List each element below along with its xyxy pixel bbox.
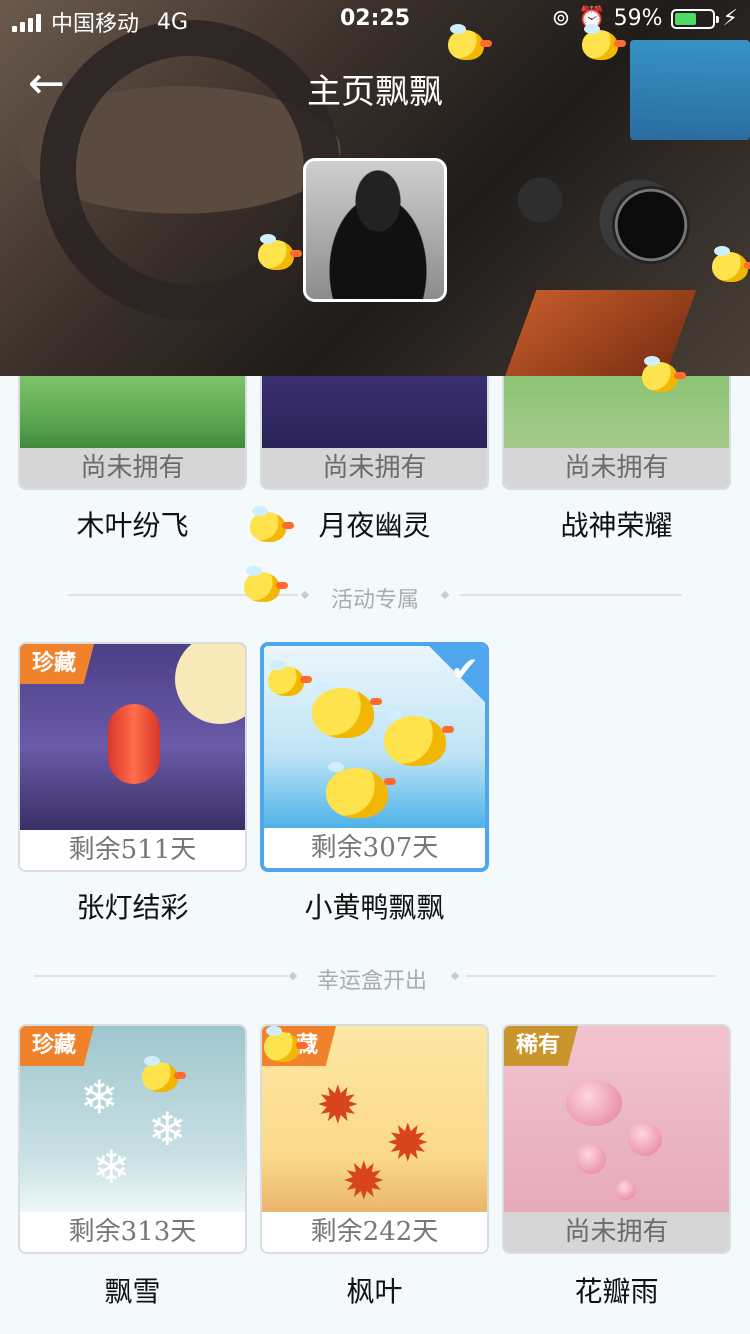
card-art xyxy=(20,376,245,448)
skin-card-maple[interactable]: ✹ ✹ ✹ 珍藏 剩余242天 xyxy=(260,1024,489,1254)
card-name: 小黄鸭飘飘 xyxy=(304,891,445,924)
skin-card-leaf[interactable]: 尚未拥有 xyxy=(18,376,247,490)
card-status: 剩余307天 xyxy=(264,828,485,868)
petal-graphic xyxy=(566,1080,622,1126)
floating-duck-icon xyxy=(264,1026,308,1062)
rotation-lock-icon: ⊚ xyxy=(551,6,571,31)
snowflake-icon: ❄ xyxy=(92,1140,131,1194)
card-name: 张灯结彩 xyxy=(76,891,189,924)
duck-icon xyxy=(384,710,454,766)
maple-leaf-icon: ✹ xyxy=(386,1114,430,1174)
floating-duck-icon xyxy=(582,24,626,60)
card-status: 尚未拥有 xyxy=(20,448,245,488)
duck-icon xyxy=(326,762,396,818)
card-art xyxy=(262,376,487,448)
clock-dial-graphic xyxy=(612,186,690,264)
charging-icon: ⚡ xyxy=(722,6,738,31)
section-divider-right xyxy=(460,594,682,596)
header-banner: 中国移动 4G 02:25 ⊚ ⏰ 59% ⚡ ← 主页飘飘 xyxy=(0,0,750,376)
card-status: 尚未拥有 xyxy=(504,448,729,488)
snowflake-icon: ❄ xyxy=(80,1070,119,1124)
battery-percent: 59% xyxy=(613,6,663,31)
card-status: 剩余313天 xyxy=(20,1212,245,1252)
duck-icon xyxy=(268,660,312,696)
page-title: 主页飘飘 xyxy=(307,72,443,112)
card-name: 花瓣雨 xyxy=(574,1275,659,1308)
petal-graphic xyxy=(576,1144,606,1174)
floating-duck-icon xyxy=(642,356,686,392)
petal-graphic xyxy=(628,1122,662,1156)
floating-duck-icon xyxy=(142,1056,186,1092)
card-name: 战神荣耀 xyxy=(560,509,673,542)
floating-duck-icon xyxy=(448,24,492,60)
snowflake-icon: ❄ xyxy=(148,1102,187,1156)
card-name: 木叶纷飞 xyxy=(76,509,189,542)
skin-card-glory[interactable]: 尚未拥有 xyxy=(502,376,731,490)
rarity-badge: 珍藏 xyxy=(20,644,95,684)
card-status: 尚未拥有 xyxy=(262,448,487,488)
maple-leaf-icon: ✹ xyxy=(342,1152,386,1212)
duck-icon xyxy=(312,682,382,738)
lantern-graphic xyxy=(108,704,160,784)
skin-card-lantern[interactable]: 珍藏 剩余511天 xyxy=(18,642,247,872)
skin-card-duck[interactable]: ✔ 剩余307天 xyxy=(260,642,489,872)
maple-leaf-icon: ✹ xyxy=(316,1076,360,1136)
floating-duck-icon xyxy=(250,506,294,542)
floating-duck-icon xyxy=(258,234,302,270)
section-divider-right xyxy=(466,975,716,977)
card-name: 月夜幽灵 xyxy=(318,509,431,542)
section-divider-left xyxy=(34,975,288,977)
rarity-badge: 稀有 xyxy=(504,1026,579,1066)
card-art xyxy=(504,376,729,448)
card-status: 尚未拥有 xyxy=(504,1212,729,1252)
card-name: 枫叶 xyxy=(346,1275,403,1308)
avatar[interactable] xyxy=(303,158,447,302)
check-icon: ✔ xyxy=(450,650,480,690)
skin-card-snow[interactable]: ❄ ❄ ❄ 珍藏 剩余313天 xyxy=(18,1024,247,1254)
floating-duck-icon xyxy=(712,246,750,282)
card-status: 剩余511天 xyxy=(20,830,245,870)
card-name: 飘雪 xyxy=(104,1275,161,1308)
petal-graphic xyxy=(616,1180,636,1200)
card-status: 剩余242天 xyxy=(262,1212,487,1252)
battery-icon xyxy=(670,8,719,29)
section-title-luckybox: 幸运盒开出 xyxy=(316,969,427,994)
floating-duck-icon xyxy=(244,566,288,602)
rarity-badge: 珍藏 xyxy=(20,1026,95,1066)
moon-graphic xyxy=(175,644,245,724)
skin-card-petal[interactable]: 稀有 尚未拥有 xyxy=(502,1024,731,1254)
skin-card-ghost[interactable]: 尚未拥有 xyxy=(260,376,489,490)
status-bar: 中国移动 4G 02:25 ⊚ ⏰ 59% ⚡ xyxy=(0,0,750,40)
